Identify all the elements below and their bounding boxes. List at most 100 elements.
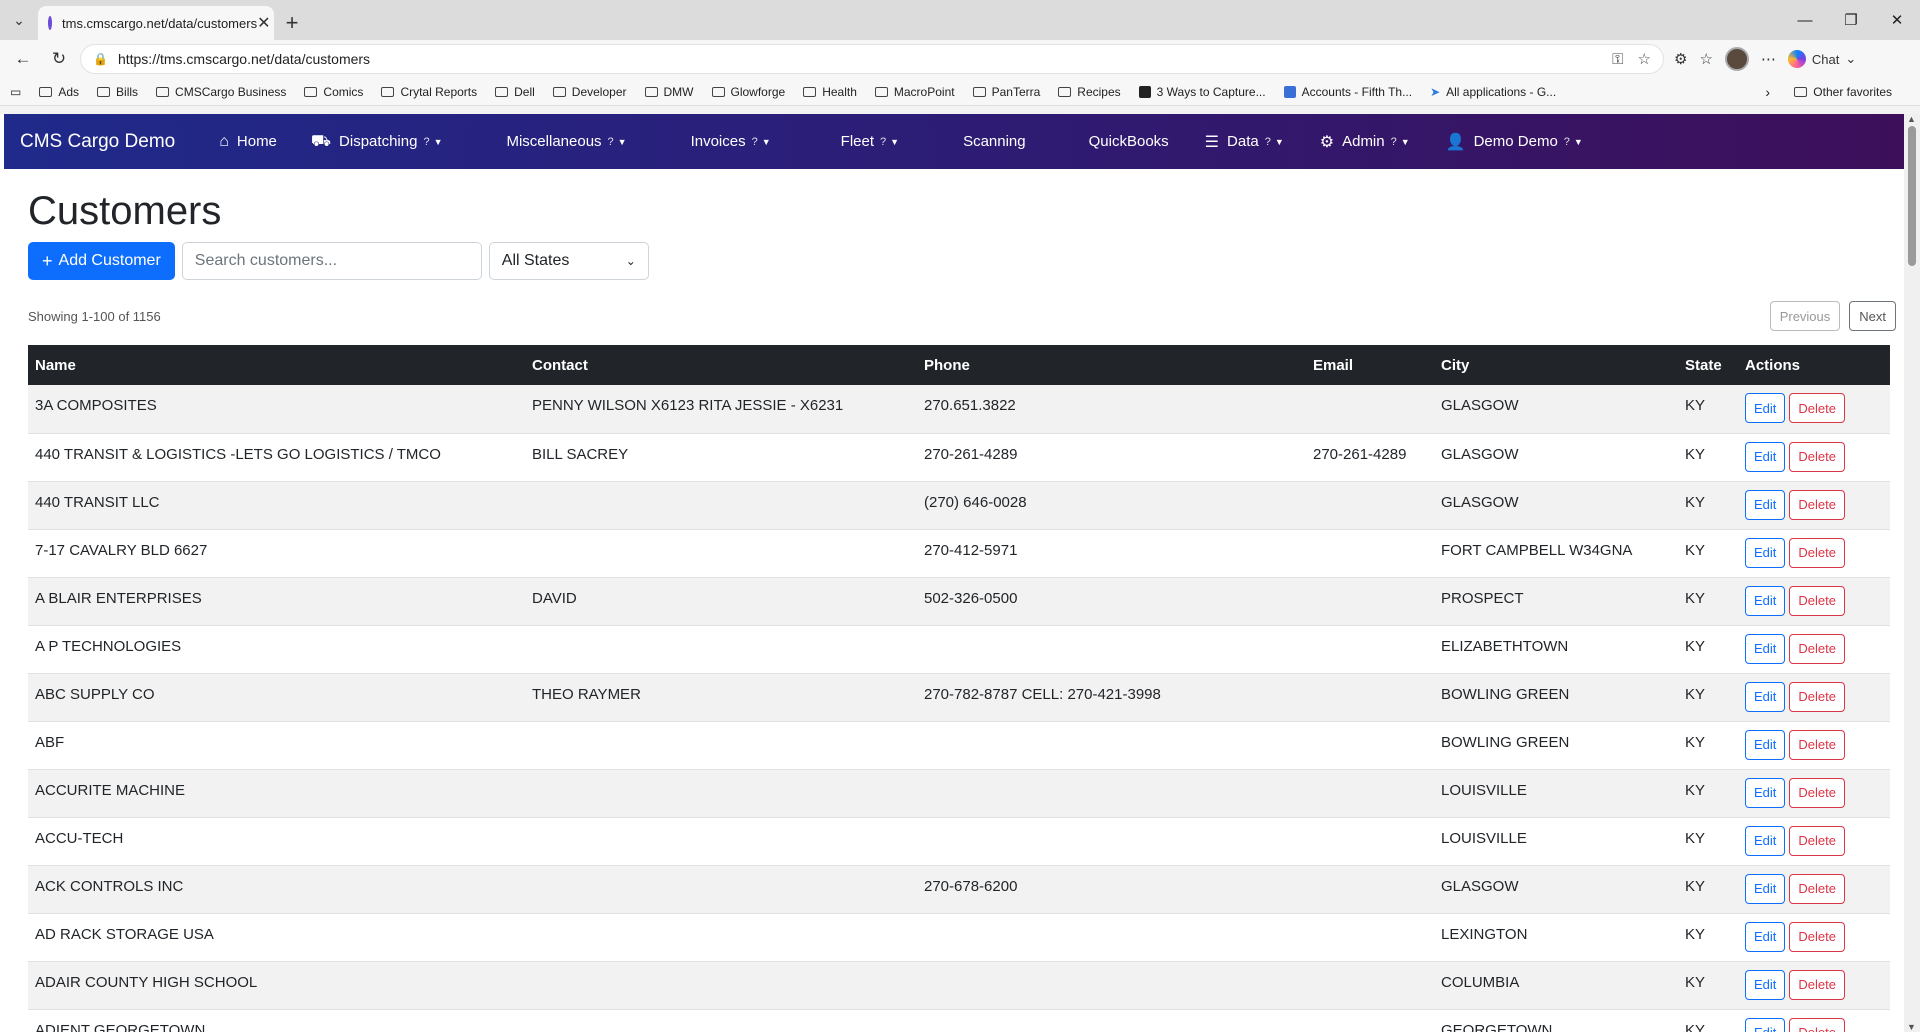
column-header-email[interactable]: Email	[1306, 345, 1434, 385]
fav-folder-dmw[interactable]: DMW	[644, 85, 694, 99]
refresh-icon[interactable]: ↻	[44, 44, 74, 74]
column-header-state[interactable]: State	[1678, 345, 1738, 385]
delete-button[interactable]: Delete	[1789, 921, 1845, 952]
favorites-bar-icon[interactable]: ▭	[10, 85, 21, 99]
minimize-icon[interactable]: —	[1782, 0, 1828, 40]
edit-button[interactable]: Edit	[1745, 633, 1786, 664]
address-bar[interactable]: 🔒 https://tms.cmscargo.net/data/customer…	[80, 44, 1664, 74]
next-page-button[interactable]: Next	[1849, 301, 1896, 331]
fav-folder-dell[interactable]: Dell	[495, 85, 535, 99]
fav-folder-developer[interactable]: Developer	[552, 85, 627, 99]
delete-button[interactable]: Delete	[1789, 393, 1845, 423]
nav-admin[interactable]: ⚙ Admin? ▼	[1320, 132, 1410, 152]
fav-folder-health[interactable]: Health	[803, 85, 857, 99]
column-header-phone[interactable]: Phone	[917, 345, 1306, 385]
nav-dispatching[interactable]: ⛟ Dispatching? ▼	[311, 132, 443, 152]
table-row[interactable]: ADAIR COUNTY HIGH SCHOOL COLUMBIA KY Edit De…	[28, 961, 1890, 1010]
table-row[interactable]: A P TECHNOLOGIES ELIZABETHTOWN KY Edit Delet…	[28, 625, 1890, 674]
delete-button[interactable]: Delete	[1789, 585, 1845, 616]
fav-folder-comics[interactable]: Comics	[304, 85, 363, 99]
nav-scanning[interactable]: Scanning	[963, 133, 1026, 150]
tab-list-chevron-icon[interactable]: ⌄	[0, 0, 38, 40]
scrollbar-thumb[interactable]	[1908, 126, 1916, 266]
restore-icon[interactable]: ❐	[1828, 0, 1874, 40]
table-row[interactable]: AD RACK STORAGE USA LEXINGTON KY Edit Delete	[28, 913, 1890, 962]
edit-button[interactable]: Edit	[1745, 537, 1786, 568]
new-tab-plus-icon[interactable]: +	[274, 6, 310, 40]
nav-miscellaneous[interactable]: Miscellaneous? ▼	[506, 133, 626, 150]
edit-button[interactable]: Edit	[1745, 393, 1786, 423]
nav-data[interactable]: ☰ Data? ▼	[1205, 132, 1284, 152]
browser-tab-active[interactable]: tms.cmscargo.net/data/customers ✕	[38, 6, 274, 40]
nav-home[interactable]: ⌂ Home	[219, 133, 277, 151]
table-row[interactable]: ACK CONTROLS INC 270-678-6200 GLASGOW KY Edi…	[28, 865, 1890, 914]
site-info-icon[interactable]: 🔒	[93, 52, 108, 66]
table-row[interactable]: ADIENT GEORGETOWN GEORGETOWNKY EditDelete	[28, 1009, 1890, 1032]
app-brand[interactable]: CMS Cargo Demo	[20, 131, 175, 153]
close-window-icon[interactable]: ✕	[1874, 0, 1920, 40]
fav-folder-ads[interactable]: Ads	[39, 85, 79, 99]
delete-button[interactable]: Delete	[1789, 681, 1845, 712]
delete-button[interactable]: Delete	[1789, 489, 1845, 520]
edit-button[interactable]: Edit	[1745, 969, 1786, 1000]
nav-fleet[interactable]: Fleet? ▼	[841, 133, 899, 150]
table-row[interactable]: 440 TRANSIT LLC (270) 646-0028 GLASGOW KY Ed…	[28, 481, 1890, 530]
column-header-city[interactable]: City	[1434, 345, 1678, 385]
delete-button[interactable]: Delete	[1789, 873, 1845, 904]
fav-link-capture[interactable]: 3 Ways to Capture...	[1138, 85, 1266, 99]
table-row[interactable]: ACCU-TECH LOUISVILLE KY Edit Delete	[28, 817, 1890, 866]
more-options-icon[interactable]: ⋯	[1761, 50, 1776, 68]
edit-button[interactable]: Edit	[1745, 825, 1786, 856]
delete-button[interactable]: Delete	[1789, 729, 1845, 760]
table-row[interactable]: 7-17 CAVALRY BLD 6627 270-412-5971 FORT CA…	[28, 529, 1890, 578]
fav-link-applications[interactable]: ➤ All applications - G...	[1430, 85, 1556, 99]
state-filter-select[interactable]: All States ⌄	[488, 242, 649, 280]
profile-avatar[interactable]	[1724, 47, 1749, 71]
edit-button[interactable]: Edit	[1745, 681, 1786, 712]
edit-button[interactable]: Edit	[1745, 873, 1786, 904]
fav-folder-recipes[interactable]: Recipes	[1058, 85, 1121, 99]
column-header-name[interactable]: Name	[28, 345, 525, 385]
fav-folder-macropoint[interactable]: MacroPoint	[874, 85, 955, 99]
fav-folder-other-favorites[interactable]: Other favorites	[1794, 85, 1892, 99]
edit-button[interactable]: Edit	[1745, 921, 1786, 952]
delete-button[interactable]: Delete	[1789, 825, 1845, 856]
fav-folder-crytal-reports[interactable]: Crytal Reports	[381, 85, 477, 99]
scroll-down-icon[interactable]: ▼	[1907, 1022, 1916, 1032]
table-row[interactable]: ABC SUPPLY CO THEO RAYMER 270-782-8787 CEL…	[28, 673, 1890, 722]
fav-link-accounts[interactable]: Accounts - Fifth Th...	[1283, 85, 1412, 99]
nav-quickbooks[interactable]: QuickBooks	[1089, 133, 1169, 150]
fav-folder-cmscargo-business[interactable]: CMSCargo Business	[156, 85, 286, 99]
scroll-up-icon[interactable]: ▲	[1907, 114, 1916, 124]
add-customer-button[interactable]: + Add Customer	[28, 242, 175, 280]
fav-folder-glowforge[interactable]: Glowforge	[711, 85, 785, 99]
favorites-list-icon[interactable]: ☆	[1699, 50, 1712, 68]
delete-button[interactable]: Delete	[1789, 1017, 1845, 1032]
edit-button[interactable]: Edit	[1745, 729, 1786, 760]
favorites-overflow-chevron-icon[interactable]: ›	[1765, 84, 1770, 100]
table-row[interactable]: A BLAIR ENTERPRISES DAVID 502-326-0500 PROS…	[28, 577, 1890, 626]
copilot-chat-button[interactable]: Chat ⌄	[1787, 50, 1856, 68]
edit-button[interactable]: Edit	[1745, 777, 1786, 808]
edit-button[interactable]: Edit	[1745, 489, 1786, 520]
back-arrow-icon[interactable]: ←	[8, 44, 38, 74]
delete-button[interactable]: Delete	[1789, 633, 1845, 664]
nav-invoices[interactable]: Invoices? ▼	[691, 133, 771, 150]
password-key-icon[interactable]: ⚿	[1612, 51, 1623, 68]
fav-folder-panterra[interactable]: PanTerra	[972, 85, 1040, 99]
table-row[interactable]: ACCURITE MACHINE LOUISVILLE KY Edit Delete	[28, 769, 1890, 818]
table-row[interactable]: 3A COMPOSITES PENNY WILSON X6123 RITA JES…	[28, 385, 1890, 434]
extensions-icon[interactable]: ⚙	[1674, 50, 1687, 68]
close-tab-icon[interactable]: ✕	[257, 13, 270, 33]
nav-user[interactable]: 👤 Demo Demo? ▼	[1446, 132, 1583, 152]
delete-button[interactable]: Delete	[1789, 777, 1845, 808]
delete-button[interactable]: Delete	[1789, 441, 1845, 472]
column-header-contact[interactable]: Contact	[525, 345, 917, 385]
search-customers-input[interactable]	[181, 242, 482, 280]
delete-button[interactable]: Delete	[1789, 969, 1845, 1000]
favorite-star-icon[interactable]: ☆	[1638, 50, 1651, 68]
edit-button[interactable]: Edit	[1745, 441, 1786, 472]
table-row[interactable]: ABF BOWLING GREEN KY Edit Delete	[28, 721, 1890, 770]
edit-button[interactable]: Edit	[1745, 1017, 1786, 1032]
fav-folder-bills[interactable]: Bills	[97, 85, 138, 99]
